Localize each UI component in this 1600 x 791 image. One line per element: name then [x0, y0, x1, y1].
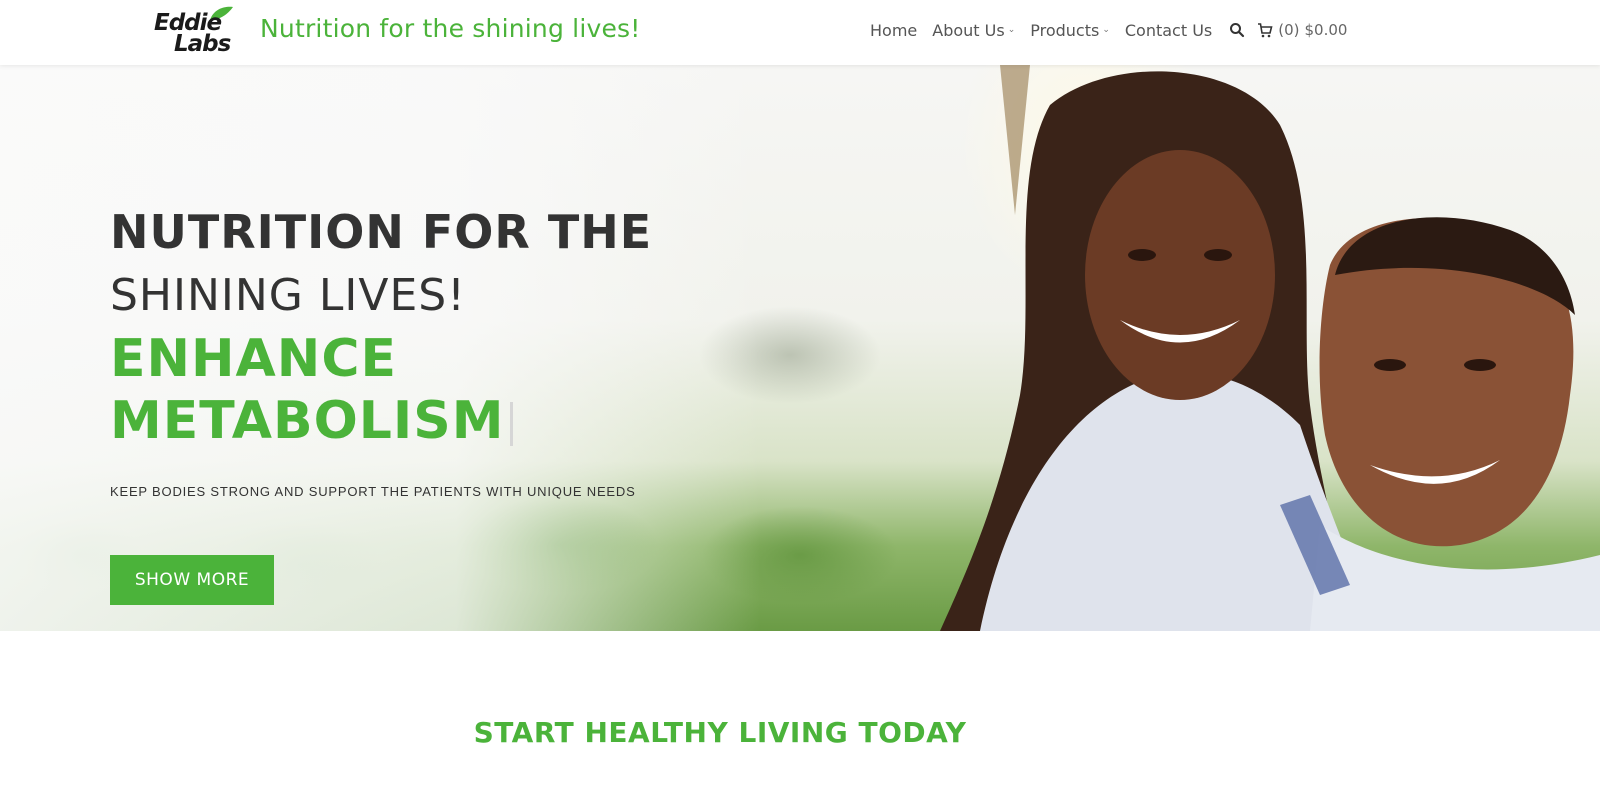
- hero-heading-highlight-text: ENHANCE METABOLISM: [110, 329, 505, 451]
- site-tagline: Nutrition for the shining lives!: [260, 14, 641, 43]
- hero-heading-highlight: ENHANCE METABOLISM: [110, 328, 630, 452]
- caret-down-icon: ⌄: [1007, 25, 1016, 35]
- show-more-button[interactable]: SHOW MORE: [110, 555, 274, 605]
- nav-about-us[interactable]: About Us ⌄: [932, 21, 1015, 40]
- main-nav: Home About Us ⌄ Products ⌄ Contact Us (0…: [870, 18, 1347, 42]
- section-title: START HEALTHY LIVING TODAY: [473, 716, 967, 749]
- nav-contact-label: Contact Us: [1124, 20, 1213, 40]
- logo-text-labs: Labs: [174, 31, 231, 57]
- nav-products[interactable]: Products ⌄: [1030, 21, 1110, 40]
- logo[interactable]: Eddie Labs: [150, 6, 250, 58]
- caret-down-icon: ⌄: [1102, 25, 1110, 35]
- cart-link[interactable]: (0) $0.00: [1257, 21, 1347, 39]
- typing-cursor: [510, 402, 514, 446]
- nav-about-label: About Us: [932, 20, 1005, 40]
- hero-heading-line1: NUTRITION FOR THE: [110, 205, 653, 259]
- nav-home-label: Home: [870, 20, 918, 40]
- hero-heading-line2: SHINING LIVES!: [110, 270, 466, 321]
- search-icon[interactable]: [1229, 22, 1245, 38]
- nav-home[interactable]: Home: [870, 21, 917, 40]
- hero-subtitle: KEEP BODIES STRONG AND SUPPORT THE PATIE…: [110, 484, 636, 499]
- cart-total: $0.00: [1304, 21, 1348, 39]
- cart-count: (0): [1278, 21, 1300, 39]
- site-header: Eddie Labs Nutrition for the shining liv…: [0, 0, 1600, 65]
- hero-photo-couple: [940, 65, 1600, 631]
- nav-contact-us[interactable]: Contact Us: [1125, 21, 1212, 40]
- cart-icon: [1258, 22, 1273, 37]
- nav-products-label: Products: [1030, 20, 1100, 40]
- hero-banner: NUTRITION FOR THE SHINING LIVES! ENHANCE…: [0, 65, 1600, 631]
